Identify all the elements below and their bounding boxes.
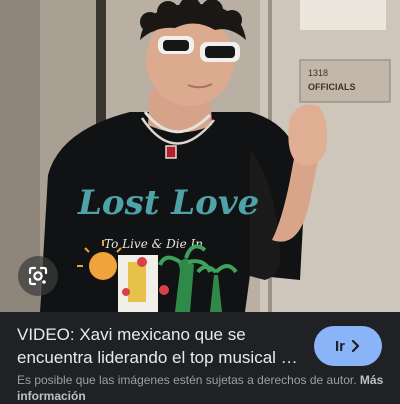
svg-text:Lost Love: Lost Love <box>77 183 259 223</box>
copyright-text: Es posible que las imágenes estén sujeta… <box>17 373 357 387</box>
go-button[interactable]: Ir <box>314 326 382 366</box>
lens-search-button[interactable] <box>18 256 58 296</box>
svg-text:OFFICIALS: OFFICIALS <box>308 82 356 92</box>
photo-illustration: 1318 OFFICIALS Lost Love To Live & Die I… <box>0 0 400 312</box>
copyright-notice: Es posible que las imágenes estén sujeta… <box>17 372 387 404</box>
go-button-label: Ir <box>334 337 345 355</box>
svg-text:1318: 1318 <box>308 68 328 78</box>
result-title[interactable]: VIDEO: Xavi mexicano que se encuentra li… <box>17 323 307 369</box>
chevron-right-icon <box>351 340 360 352</box>
room-sign: 1318 OFFICIALS <box>299 59 391 103</box>
result-image[interactable]: 1318 OFFICIALS Lost Love To Live & Die I… <box>0 0 400 312</box>
lens-icon <box>28 266 48 286</box>
